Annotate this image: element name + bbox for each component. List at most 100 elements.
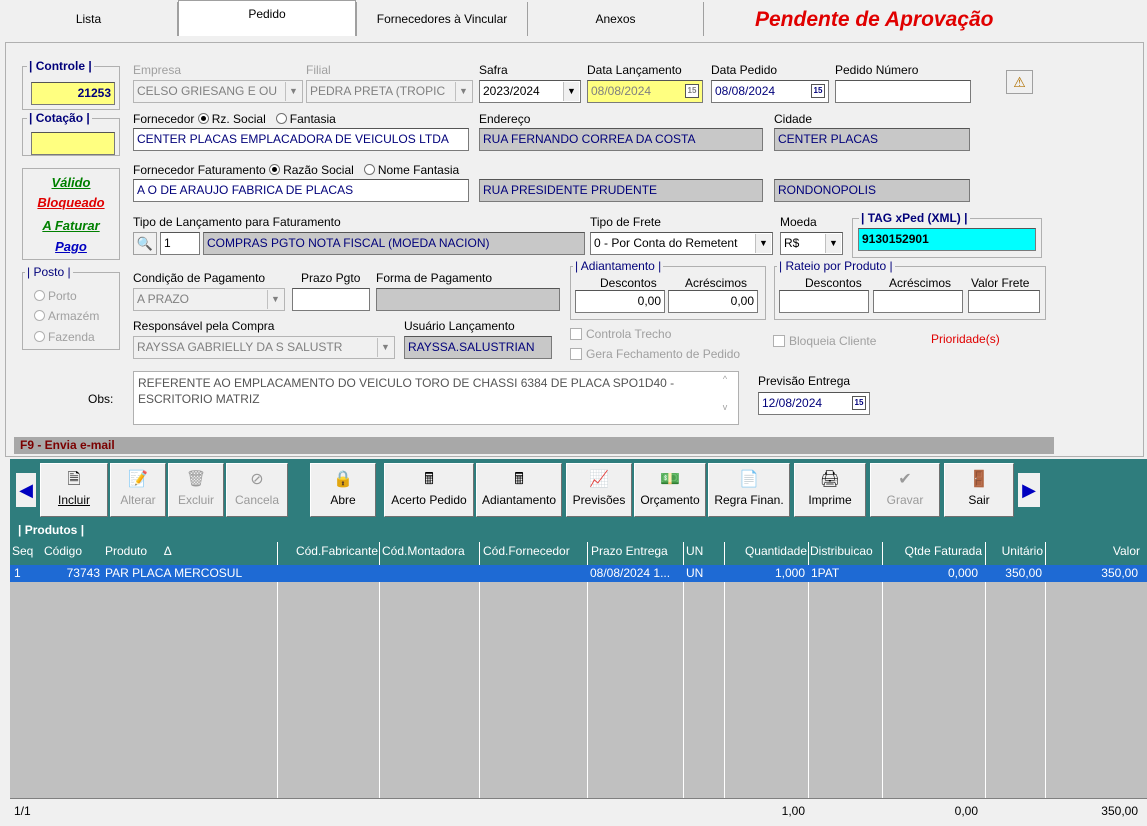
incluir-button[interactable]: 🗎 Incluir — [40, 463, 108, 517]
tipo-frete-select[interactable]: 0 - Por Conta do Remetent ▼ — [590, 232, 773, 255]
imprime-button[interactable]: 🖨 Imprime — [794, 463, 866, 517]
search-users-button[interactable]: ⚠ — [1006, 70, 1033, 94]
chevron-down-icon: ▼ — [267, 290, 283, 309]
posto-option-armazem[interactable]: Armazém — [34, 309, 99, 323]
col-cod-fornecedor[interactable]: Cód.Fornecedor — [483, 544, 570, 558]
col-unitario[interactable]: Unitário — [985, 544, 1043, 558]
tab-fornecedores[interactable]: Fornecedores à Vincular — [356, 2, 528, 36]
tab-lista[interactable]: Lista — [0, 2, 178, 36]
col-distribuicao[interactable]: Distribuicao — [810, 544, 873, 558]
tag-xped-label: | TAG xPed (XML) | — [859, 211, 970, 225]
adiantamento-acrescimos-field[interactable]: 0,00 — [668, 290, 758, 313]
cell-un: UN — [686, 566, 704, 580]
calendar-icon[interactable]: 15 — [685, 84, 699, 98]
usuario-lancamento-label: Usuário Lançamento — [404, 319, 515, 333]
alterar-button[interactable]: 📝 Alterar — [110, 463, 166, 517]
edit-document-icon: 📝 — [128, 471, 148, 488]
col-quantidade[interactable]: Quantidade — [725, 544, 807, 558]
abre-button[interactable]: 🔒 Abre — [310, 463, 376, 517]
adiantamento-button[interactable]: 🖩 Adiantamento — [476, 463, 562, 517]
situacao-a-faturar-link[interactable]: A Faturar — [22, 218, 120, 233]
safra-value: 2023/2024 — [483, 84, 540, 98]
bloqueia-cliente-checkbox[interactable]: Bloqueia Cliente — [773, 334, 876, 348]
previsoes-button[interactable]: 📈 Previsões — [566, 463, 632, 517]
nav-prev-button[interactable]: ◀ — [16, 473, 36, 507]
calendar-icon[interactable]: 15 — [811, 84, 825, 98]
checkbox-icon — [570, 328, 582, 340]
acerto-pedido-button[interactable]: 🖩 Acerto Pedido — [384, 463, 474, 517]
rateio-frete-field[interactable] — [968, 290, 1040, 313]
chevron-down-icon: ▼ — [455, 82, 471, 101]
table-row[interactable]: 1 73743 PAR PLACA MERCOSUL 08/08/2024 1.… — [10, 565, 1147, 582]
rateio-acrescimos-field[interactable] — [873, 290, 963, 313]
radio-razao-social[interactable] — [269, 164, 281, 175]
gravar-button[interactable]: ✔ Gravar — [870, 463, 940, 517]
controla-trecho-checkbox[interactable]: Controla Trecho — [570, 327, 671, 341]
tipo-frete-label: Tipo de Frete — [590, 215, 661, 229]
excluir-button[interactable]: 🗑 Excluir — [168, 463, 224, 517]
calendar-icon[interactable]: 15 — [852, 396, 866, 410]
tab-anexos[interactable]: Anexos — [528, 2, 704, 36]
tab-pedido[interactable]: Pedido — [178, 0, 356, 36]
fornecedor-field[interactable]: CENTER PLACAS EMPLACADORA DE VEICULOS LT… — [133, 128, 469, 151]
data-pedido-field[interactable]: 08/08/2024 15 — [711, 80, 829, 103]
radio-icon — [34, 310, 45, 321]
gera-fechamento-checkbox[interactable]: Gera Fechamento de Pedido — [570, 347, 740, 361]
col-codigo[interactable]: Código — [44, 544, 82, 558]
safra-select[interactable]: 2023/2024 ▼ — [479, 80, 581, 103]
condicao-pagamento-select[interactable]: A PRAZO ▼ — [133, 288, 285, 311]
responsavel-select[interactable]: RAYSSA GABRIELLY DA S SALUSTR ▼ — [133, 336, 395, 359]
fornecedor-faturamento-field[interactable]: A O DE ARAUJO FABRICA DE PLACAS — [133, 179, 469, 202]
fornecedor-faturamento-cidade: RONDONOPOLIS — [774, 179, 970, 202]
pedido-numero-field[interactable] — [835, 80, 971, 103]
prazo-pgto-field[interactable] — [292, 288, 370, 311]
orcamento-button[interactable]: 💵 Orçamento — [634, 463, 706, 517]
empresa-value: CELSO GRIESANG E OU — [137, 84, 278, 98]
cancela-button[interactable]: ⊘ Cancela — [226, 463, 288, 517]
footer-faturada: 0,00 — [954, 804, 978, 818]
cotacao-field[interactable] — [31, 132, 115, 155]
col-seq[interactable]: Seq — [12, 544, 33, 558]
cidade-label: Cidade — [774, 112, 813, 126]
obs-textarea[interactable]: REFERENTE AO EMPLACAMENTO DO VEICULO TOR… — [133, 371, 739, 425]
sair-button[interactable]: 🚪 Sair — [944, 463, 1014, 517]
obs-scrollbar[interactable]: ^ v — [716, 372, 734, 424]
data-pedido-label: Data Pedido — [711, 63, 778, 77]
controle-field[interactable]: 21253 — [31, 82, 115, 105]
previsao-entrega-field[interactable]: 12/08/2024 15 — [758, 392, 870, 415]
moeda-select[interactable]: R$ ▼ — [780, 232, 843, 255]
posto-option-porto[interactable]: Porto — [34, 289, 77, 303]
posto-label: | Posto | — [25, 265, 73, 279]
chevron-down-icon: ▼ — [755, 234, 771, 253]
rateio-descontos-field[interactable] — [779, 290, 869, 313]
situacao-valido-link[interactable]: Válido — [22, 175, 120, 190]
tipo-lancamento-code[interactable]: 1 — [160, 232, 200, 255]
data-lancamento-field[interactable]: 08/08/2024 15 — [587, 80, 703, 103]
status-title: Pendente de Aprovação — [755, 8, 994, 31]
radio-icon — [34, 290, 45, 301]
situacao-bloqueado-link[interactable]: Bloqueado — [22, 195, 120, 210]
posto-option-fazenda[interactable]: Fazenda — [34, 330, 95, 344]
col-cod-fabricante[interactable]: Cód.Fabricante — [280, 544, 378, 558]
radio-rz-social[interactable] — [197, 113, 209, 124]
magnifier-icon[interactable]: 🔍 — [133, 232, 157, 255]
chevron-down-icon: ▼ — [563, 82, 579, 101]
tag-xped-field[interactable]: 9130152901 — [858, 228, 1036, 251]
exit-door-icon: 🚪 — [969, 471, 989, 488]
col-un[interactable]: UN — [686, 544, 703, 558]
filial-select[interactable]: PEDRA PRETA (TROPIC ▼ — [306, 80, 473, 103]
prioridade-label: Prioridade(s) — [931, 332, 1000, 346]
col-prazo-entrega[interactable]: Prazo Entrega — [591, 544, 668, 558]
radio-nome-fantasia[interactable] — [363, 164, 375, 175]
regra-finan-button[interactable]: 📄 Regra Finan. — [708, 463, 790, 517]
col-cod-montadora[interactable]: Cód.Montadora — [382, 544, 465, 558]
adiantamento-descontos-field[interactable]: 0,00 — [575, 290, 665, 313]
situacao-pago-link[interactable]: Pago — [22, 239, 120, 254]
endereco-label: Endereço — [479, 112, 531, 126]
col-produto[interactable]: Produto Δ — [105, 544, 172, 558]
empresa-select[interactable]: CELSO GRIESANG E OU ▼ — [133, 80, 303, 103]
col-qtde-faturada[interactable]: Qtde Faturada — [880, 544, 982, 558]
col-valor[interactable]: Valor — [1050, 544, 1140, 558]
nav-next-button[interactable]: ▶ — [1018, 473, 1040, 507]
radio-fantasia[interactable] — [275, 113, 287, 124]
